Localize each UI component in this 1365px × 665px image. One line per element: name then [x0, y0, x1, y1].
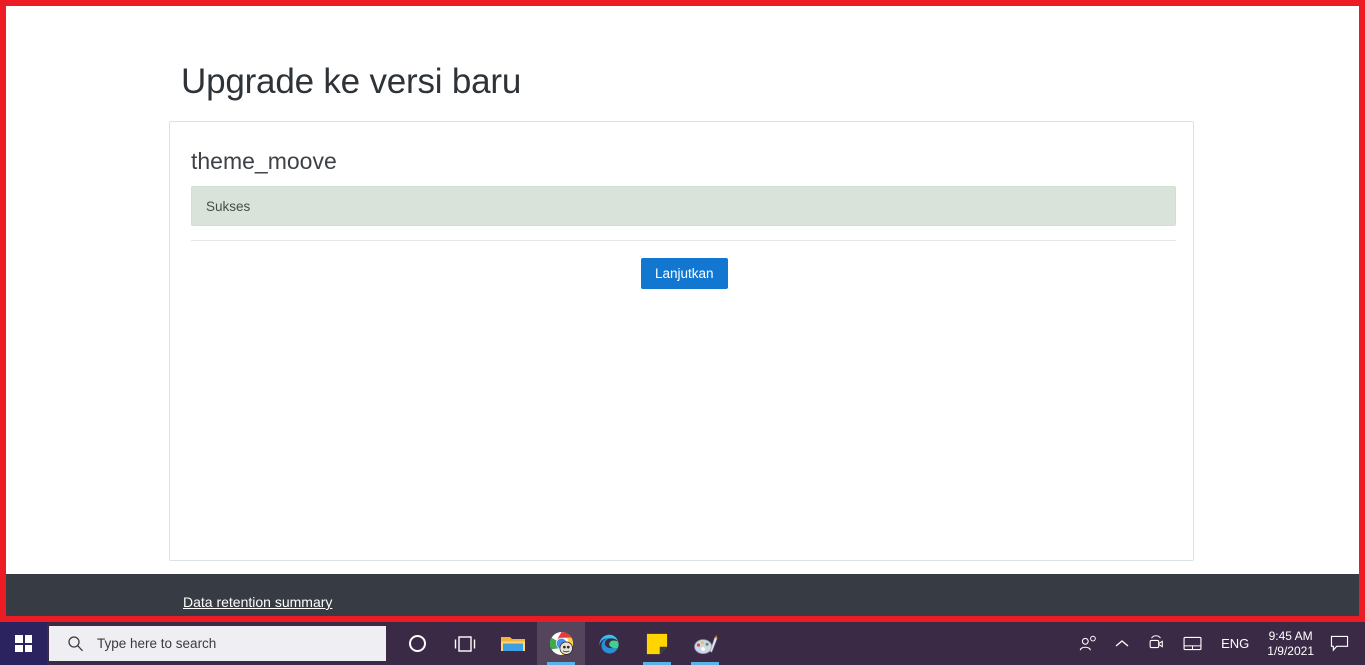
- browser-page-viewport: Upgrade ke versi baru theme_moove Sukses…: [6, 6, 1359, 616]
- notification-chat-icon[interactable]: [1322, 622, 1361, 665]
- clock-date: 1/9/2021: [1267, 643, 1314, 658]
- screen: Upgrade ke versi baru theme_moove Sukses…: [0, 0, 1365, 665]
- clock[interactable]: 9:45 AM 1/9/2021: [1259, 622, 1322, 665]
- page-title: Upgrade ke versi baru: [181, 62, 522, 101]
- upgrade-card: theme_moove Sukses Lanjutkan: [169, 121, 1194, 561]
- cortana-ring-icon: [408, 635, 426, 652]
- file-explorer-icon[interactable]: [489, 622, 537, 665]
- touchpad-icon[interactable]: [1174, 622, 1211, 665]
- continue-button[interactable]: Lanjutkan: [641, 258, 728, 289]
- success-alert: Sukses: [191, 186, 1176, 226]
- language-indicator[interactable]: ENG: [1211, 636, 1259, 651]
- sticky-notes-icon[interactable]: [633, 622, 681, 665]
- plugin-name-heading: theme_moove: [191, 148, 337, 174]
- people-icon[interactable]: [1070, 622, 1106, 665]
- microsoft-edge-icon[interactable]: [585, 622, 633, 665]
- task-view-icon[interactable]: [441, 622, 489, 665]
- search-input[interactable]: Type here to search: [49, 626, 386, 661]
- card-divider: [191, 240, 1176, 241]
- chevron-up-icon[interactable]: [1106, 622, 1138, 665]
- page-footer: Data retention summary: [6, 574, 1359, 616]
- search-icon: [59, 635, 91, 652]
- start-button[interactable]: [0, 622, 47, 665]
- system-tray: ENG 9:45 AM 1/9/2021: [1070, 622, 1365, 665]
- meet-now-camera-icon[interactable]: [1138, 622, 1174, 665]
- google-chrome-icon[interactable]: [537, 622, 585, 665]
- taskbar-pinned-items: [393, 622, 729, 665]
- success-alert-text: Sukses: [206, 198, 251, 214]
- search-placeholder: Type here to search: [97, 636, 217, 651]
- clock-time: 9:45 AM: [1268, 628, 1313, 643]
- windows-taskbar: Type here to search ENG 9:45 AM 1/9/2021: [0, 622, 1365, 665]
- data-retention-summary-link[interactable]: Data retention summary: [183, 594, 332, 610]
- paint-icon[interactable]: [681, 622, 729, 665]
- windows-logo-icon: [15, 635, 32, 652]
- cortana-icon[interactable]: [393, 622, 441, 665]
